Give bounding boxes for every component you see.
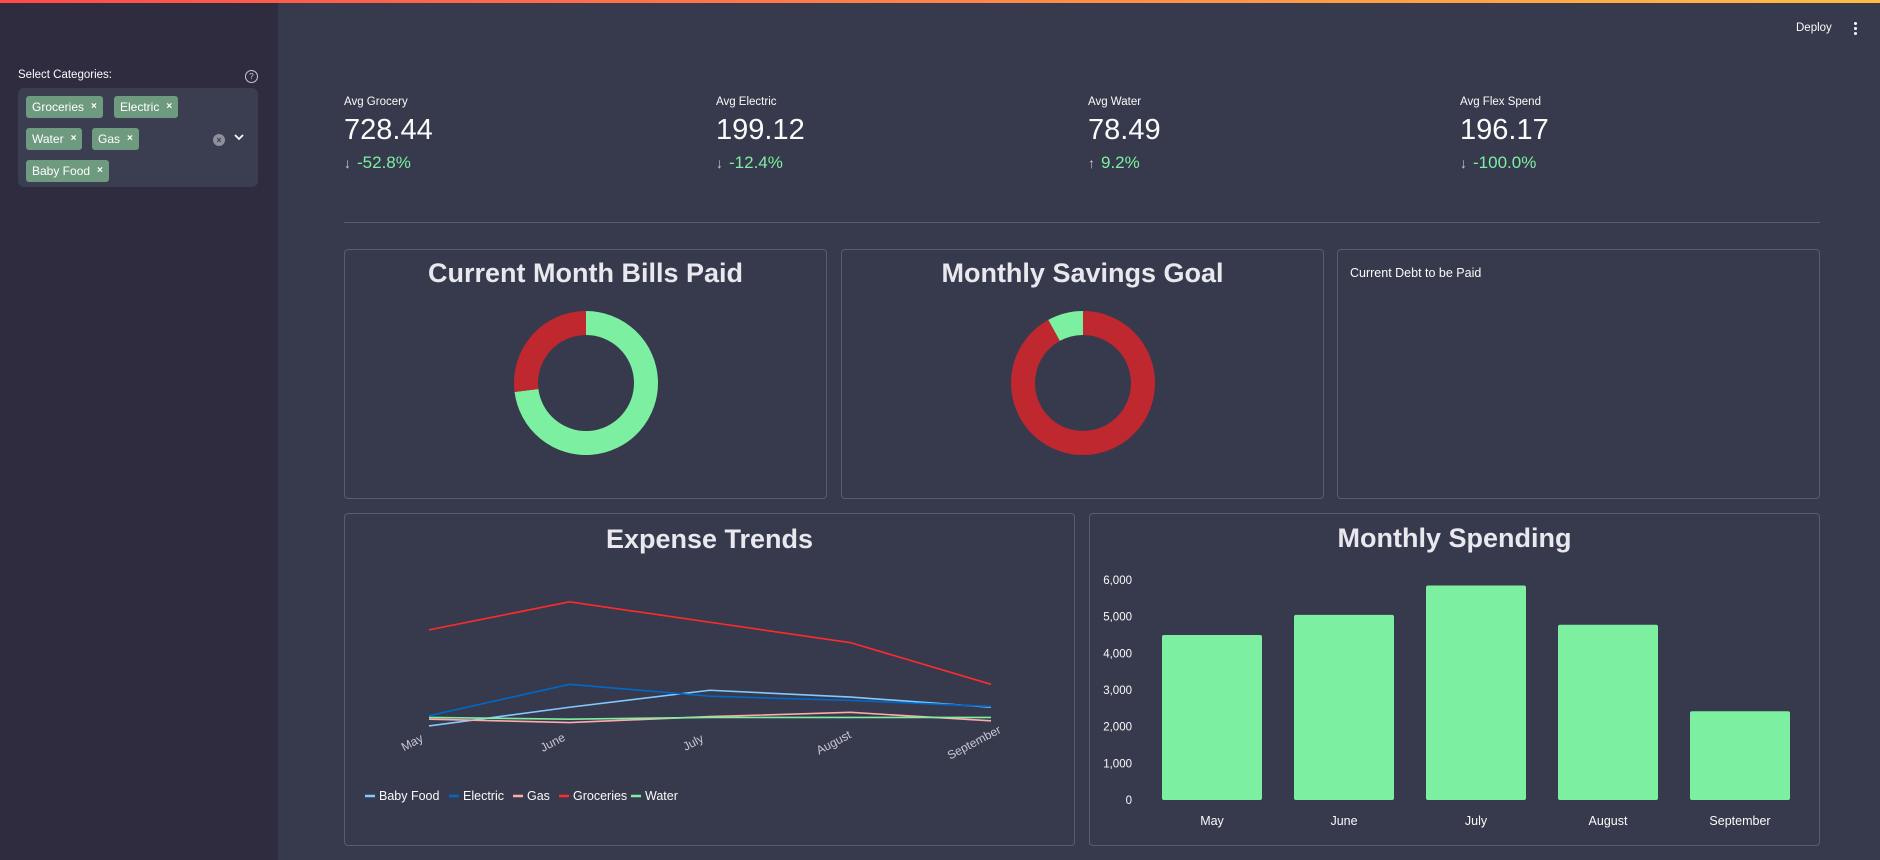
tag-remove-icon[interactable]: × [97,160,103,182]
bills-paid-title: Current Month Bills Paid [427,258,743,288]
legend-item[interactable]: Electric [449,789,504,803]
tag-remove-icon[interactable]: × [127,128,133,150]
categories-multiselect[interactable]: Groceries × Electric × Water × Gas × Bab… [18,88,258,187]
legend-label: Groceries [573,789,627,803]
metric-delta-value: -100.0% [1473,153,1537,172]
bar-august[interactable] [1558,624,1658,800]
legend-item[interactable]: Baby Food [365,789,440,803]
bills-paid-card: Current Month Bills Paid [344,249,827,499]
metric-avg-grocery: Avg Grocery 728.44 ↓ -52.8% [344,96,644,173]
legend-label: Gas [527,789,550,803]
x-tick-label: July [1465,814,1488,828]
metric-delta: ↑ 9.2% [1088,153,1388,173]
tag-label: Water [32,132,64,146]
arrow-down-icon: ↓ [716,155,723,171]
help-icon[interactable]: ? [245,70,258,83]
savings-goal-slice-1 [1048,311,1084,342]
metric-delta: ↓ -12.4% [716,153,1016,173]
metric-label: Avg Grocery [344,96,408,108]
current-debt-card: Current Debt to be Paid [1337,249,1820,499]
expense-trends-card: Expense Trends May June July August Septembe… [344,513,1075,846]
legend-item[interactable]: Gas [513,789,550,803]
current-debt-title: Current Debt to be Paid [1350,266,1482,280]
legend-item[interactable]: Water [631,789,678,803]
tag-groceries: Groceries × [26,96,103,118]
deploy-button[interactable]: Deploy [1796,22,1832,34]
metric-label: Avg Water [1088,96,1142,108]
y-tick-label: 5,000 [1103,612,1132,624]
metric-delta: ↓ -100.0% [1460,153,1760,173]
arrow-down-icon: ↓ [1460,155,1467,171]
expense-trends-chart: May June July August September Baby Food Elect… [365,601,1003,803]
metric-value: 728.44 [344,114,433,146]
tag-baby-food: Baby Food × [26,160,109,182]
tag-gas: Gas × [92,128,139,150]
y-tick-label: 0 [1126,795,1132,807]
series-line-groceries [428,601,992,686]
metric-label: Avg Electric [716,96,777,108]
metric-delta-value: 9.2% [1101,153,1140,172]
y-tick-label: 2,000 [1103,722,1132,734]
metric-avg-electric: Avg Electric 199.12 ↓ -12.4% [716,96,1016,173]
tag-label: Groceries [32,100,85,114]
y-tick-label: 3,000 [1103,685,1132,697]
bar-july[interactable] [1426,585,1526,801]
main-menu-icon[interactable] [1852,22,1858,36]
savings-goal-title: Monthly Savings Goal [941,258,1224,288]
tag-water: Water × [26,128,83,150]
legend-item[interactable]: Groceries [559,789,627,803]
metric-label: Avg Flex Spend [1460,96,1541,108]
tag-remove-icon[interactable]: × [166,96,172,118]
savings-goal-card: Monthly Savings Goal [841,249,1324,499]
bar-september[interactable] [1690,711,1790,800]
clear-all-icon[interactable]: × [213,134,225,146]
metric-avg-flex-spend: Avg Flex Spend 196.17 ↓ -100.0% [1460,96,1760,173]
select-categories-label: Select Categories: [18,69,112,81]
series-line-water [428,716,991,720]
sidebar: Select Categories: ? Groceries × Electri… [0,3,278,860]
x-tick-label: June [538,730,568,755]
metric-avg-water: Avg Water 78.49 ↑ 9.2% [1088,96,1388,173]
x-tick-label: June [1330,814,1357,828]
metric-delta-value: -52.8% [357,153,411,172]
bills-paid-slice-1 [514,311,587,393]
divider [344,222,1820,223]
x-tick-label: September [1709,814,1770,828]
arrow-up-icon: ↑ [1088,155,1095,171]
x-tick-label: July [680,731,705,753]
x-tick-label: May [399,731,426,754]
bills-paid-donut [514,311,658,455]
x-tick-label: September [945,723,1003,763]
savings-goal-donut [1011,311,1155,455]
y-tick-label: 1,000 [1103,758,1132,770]
metric-value: 78.49 [1088,114,1161,146]
x-tick-label: August [814,727,854,757]
metric-value: 196.17 [1460,114,1549,146]
bar-june[interactable] [1294,614,1394,800]
tag-label: Baby Food [32,164,91,178]
top-decoration-bar [0,0,1880,3]
legend-label: Water [645,789,678,803]
bar-may[interactable] [1162,635,1262,800]
chevron-down-icon[interactable] [234,132,244,142]
series-line-electric [428,683,992,717]
legend-label: Electric [463,789,504,803]
tag-label: Gas [98,132,121,146]
y-tick-label: 6,000 [1103,575,1132,587]
tag-label: Electric [120,100,160,114]
tag-electric: Electric × [114,96,179,118]
x-tick-label: August [1589,814,1628,828]
metric-delta: ↓ -52.8% [344,153,644,173]
savings-goal-slice-0 [1011,311,1155,455]
legend-label: Baby Food [379,789,440,803]
metric-value: 199.12 [716,114,805,146]
y-tick-label: 4,000 [1103,648,1132,660]
monthly-spending-card: Monthly Spending 0 1,000 2,000 3,000 4,000 5,… [1089,513,1820,846]
tag-remove-icon[interactable]: × [71,128,77,150]
arrow-down-icon: ↓ [344,155,351,171]
tag-remove-icon[interactable]: × [91,96,97,118]
monthly-spending-chart: 0 1,000 2,000 3,000 4,000 5,000 6,000 May June Ju… [1103,575,1790,828]
metric-delta-value: -12.4% [729,153,783,172]
x-tick-label: May [1200,814,1224,828]
